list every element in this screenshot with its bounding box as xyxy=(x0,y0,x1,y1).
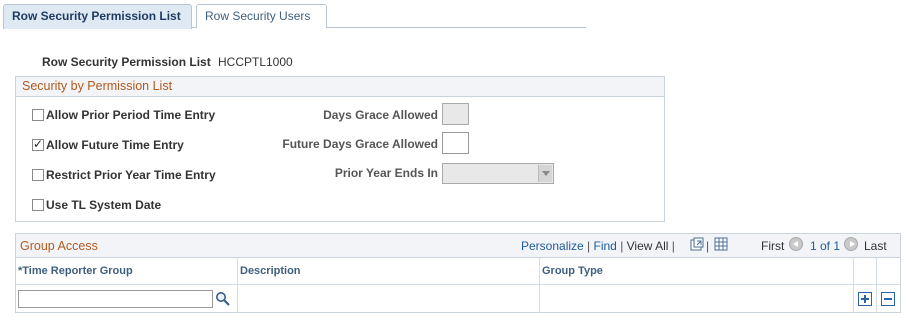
delete-row-button[interactable] xyxy=(881,292,895,306)
first-label: First xyxy=(761,239,785,253)
column-header-delete xyxy=(877,258,901,284)
download-spreadsheet-icon[interactable] xyxy=(714,237,728,251)
allow-future-label: Allow Future Time Entry xyxy=(46,138,184,152)
section-title: Security by Permission List xyxy=(16,77,664,97)
restrict-prior-year-checkbox[interactable] xyxy=(32,169,44,181)
use-tl-system-date-label: Use TL System Date xyxy=(46,198,162,212)
prior-year-ends-select[interactable] xyxy=(442,163,554,184)
chevron-down-icon xyxy=(538,165,552,182)
view-all-link[interactable]: View All xyxy=(627,239,669,253)
tab-row-security-users[interactable]: Row Security Users xyxy=(196,4,327,28)
grid-toolbar: Personalize | Find | View All | xyxy=(521,239,675,253)
future-days-grace-label: Future Days Grace Allowed xyxy=(282,137,438,151)
zoom-grid-icon[interactable] xyxy=(690,237,704,251)
table-row-cell xyxy=(540,284,854,313)
prior-year-ends-label: Prior Year Ends In xyxy=(334,166,438,180)
find-link[interactable]: Find xyxy=(594,239,617,253)
table-row-cell xyxy=(16,284,238,313)
days-grace-input[interactable] xyxy=(442,103,469,125)
table-row-cell xyxy=(877,284,901,313)
time-reporter-group-input[interactable] xyxy=(18,290,213,308)
column-header-group-type[interactable]: Group Type xyxy=(540,258,854,284)
future-days-grace-input[interactable] xyxy=(442,132,469,154)
group-access-grid: Group Access Personalize | Find | View A… xyxy=(15,233,901,313)
column-header-description[interactable]: Description xyxy=(238,258,540,284)
use-tl-system-date-checkbox[interactable] xyxy=(32,199,44,211)
allow-prior-period-label: Allow Prior Period Time Entry xyxy=(46,108,216,122)
column-header-add xyxy=(854,258,877,284)
column-header-time-reporter-group[interactable]: *Time Reporter Group xyxy=(16,258,238,284)
lookup-search-icon[interactable] xyxy=(215,291,231,307)
allow-future-checkbox[interactable] xyxy=(32,137,44,151)
tab-bar: Row Security Permission List Row Securit… xyxy=(3,4,586,29)
next-row-icon[interactable] xyxy=(844,237,858,251)
previous-row-icon[interactable] xyxy=(789,237,803,251)
table-row-cell xyxy=(854,284,877,313)
table-row-cell xyxy=(238,284,540,313)
security-by-permission-list-section: Security by Permission List Allow Prior … xyxy=(15,76,665,222)
allow-prior-period-checkbox[interactable] xyxy=(32,109,44,121)
grid-title: Group Access xyxy=(20,239,98,253)
separator: | xyxy=(671,239,675,253)
restrict-prior-year-label: Restrict Prior Year Time Entry xyxy=(46,168,216,182)
permission-list-label: Row Security Permission List xyxy=(42,55,211,69)
add-row-button[interactable] xyxy=(858,292,872,306)
days-grace-label: Days Grace Allowed xyxy=(323,108,438,122)
tab-row-security-permission-list[interactable]: Row Security Permission List xyxy=(3,4,192,29)
grid-header: Group Access Personalize | Find | View A… xyxy=(16,234,900,258)
separator: | xyxy=(706,239,710,253)
row-range: 1 of 1 xyxy=(810,239,841,253)
personalize-link[interactable]: Personalize xyxy=(521,239,584,253)
last-label: Last xyxy=(864,239,887,253)
permission-list-value: HCCPTL1000 xyxy=(218,55,293,69)
